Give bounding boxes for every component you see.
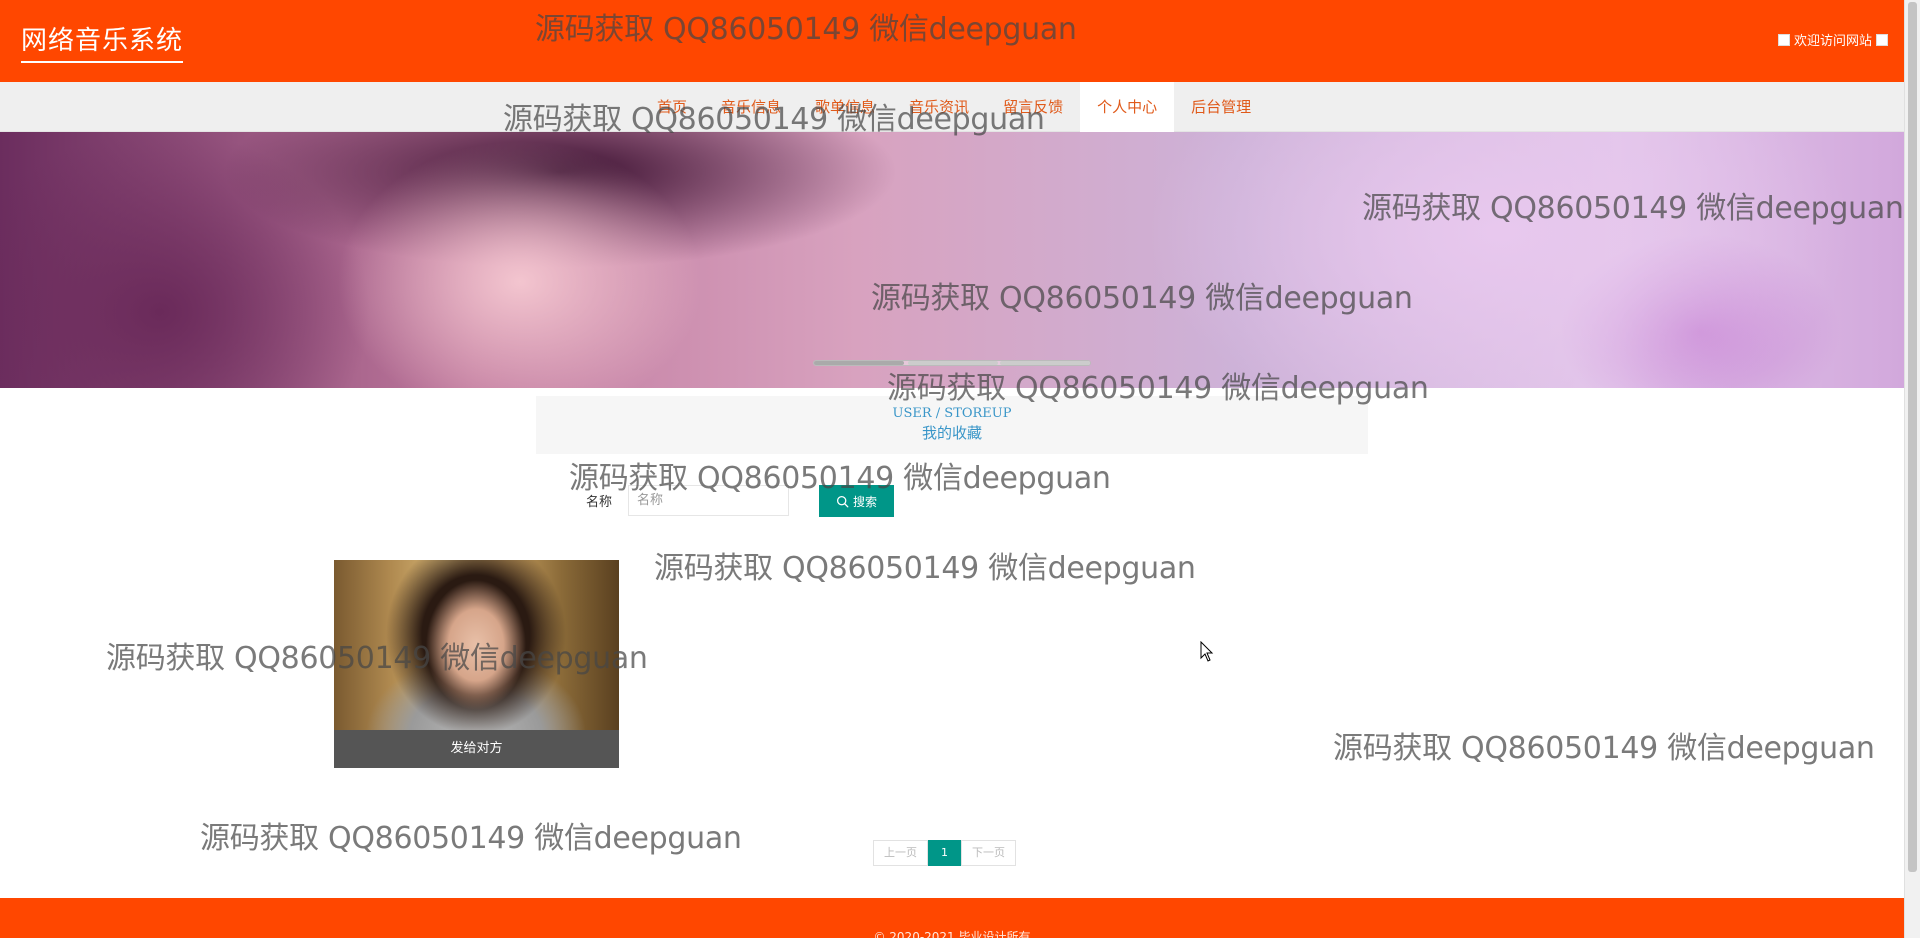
welcome-area: 欢迎访问网站 [1777, 30, 1888, 49]
footer-copyright: © 2020-2021 毕业设计所有 [873, 930, 1031, 938]
search-button-label: 搜索 [852, 494, 877, 509]
site-logo[interactable]: 网络音乐系统 [21, 20, 184, 63]
watermark-text: 源码获取 QQ86050149 微信deepguan [654, 551, 1196, 586]
carousel-dot[interactable] [1000, 361, 1090, 365]
nav-item-feedback[interactable]: 留言反馈 [986, 82, 1080, 132]
prev-page-button[interactable]: 上一页 [873, 840, 928, 866]
search-label: 名称 [586, 495, 613, 510]
search-button[interactable]: 搜索 [819, 485, 894, 517]
nav-item-home[interactable]: 首页 [640, 82, 704, 132]
site-footer: © 2020-2021 毕业设计所有 [0, 898, 1904, 938]
banner-carousel[interactable] [0, 132, 1904, 388]
checkbox-icon [1876, 33, 1888, 46]
favorite-thumbnail[interactable] [334, 560, 619, 730]
favorite-caption[interactable]: 发给对方 [334, 730, 619, 768]
next-page-button[interactable]: 下一页 [961, 840, 1016, 866]
scrollbar-thumb[interactable] [1908, 2, 1917, 872]
nav-item-admin[interactable]: 后台管理 [1174, 82, 1268, 132]
watermark-text: 源码获取 QQ86050149 微信deepguan [200, 821, 742, 856]
carousel-dot[interactable] [908, 361, 998, 365]
pagination: 上一页 1 下一页 [873, 840, 1016, 866]
nav-item-music[interactable]: 音乐信息 [704, 82, 798, 132]
nav-items: 首页 音乐信息 歌单信息 音乐资讯 留言反馈 个人中心 后台管理 [640, 82, 1268, 132]
nav-item-news[interactable]: 音乐资讯 [892, 82, 986, 132]
main-nav: 首页 音乐信息 歌单信息 音乐资讯 留言反馈 个人中心 后台管理 [0, 82, 1904, 132]
search-input[interactable] [628, 485, 789, 516]
section-title: USER / STOREUP 我的收藏 [536, 396, 1368, 454]
section-title-cn: 我的收藏 [921, 424, 982, 442]
checkbox-icon [1777, 33, 1790, 46]
nav-item-playlist[interactable]: 歌单信息 [798, 82, 892, 132]
site-header: 网络音乐系统 欢迎访问网站 [0, 0, 1904, 82]
watermark-text: 源码获取 QQ86050149 微信deepguan [1333, 731, 1875, 766]
page-scrollbar[interactable] [1904, 0, 1920, 938]
carousel-dot[interactable] [814, 361, 904, 365]
nav-item-user-center[interactable]: 个人中心 [1080, 82, 1175, 132]
mouse-cursor-icon [1200, 641, 1214, 662]
welcome-text: 欢迎访问网站 [1793, 34, 1872, 49]
carousel-indicator[interactable] [813, 360, 1091, 366]
search-icon [836, 495, 849, 507]
section-title-en: USER / STOREUP [892, 406, 1012, 421]
page-number-button[interactable]: 1 [928, 840, 961, 866]
favorite-card[interactable]: 发给对方 [334, 560, 619, 768]
